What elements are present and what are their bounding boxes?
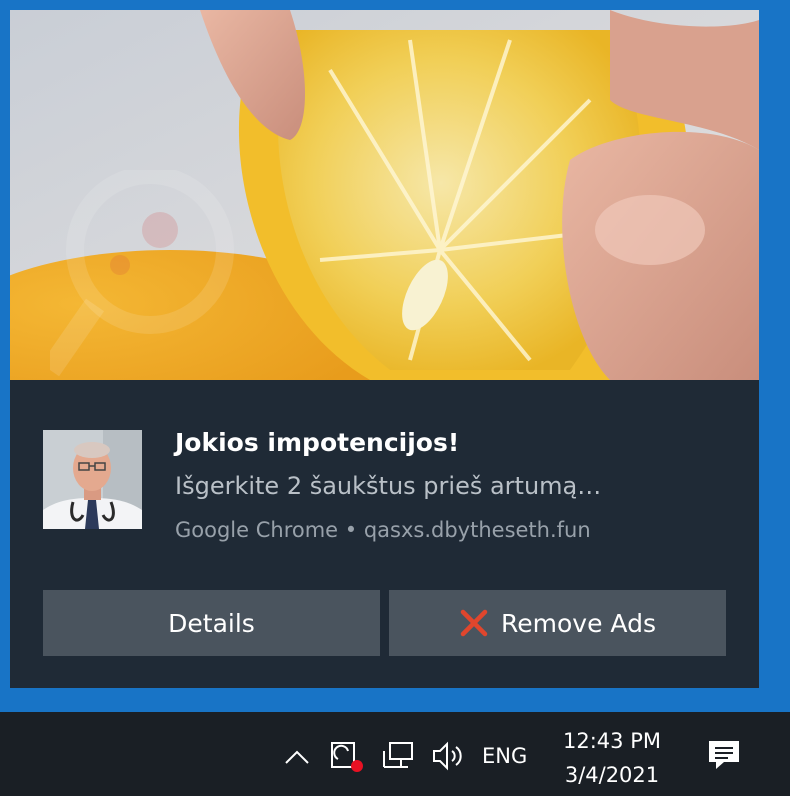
notification-attribution: Google Chrome • qasxs.dbytheseth.fun <box>175 518 591 542</box>
notification-title: Jokios impotencijos! <box>175 428 460 457</box>
hero-image <box>10 10 759 380</box>
clock[interactable]: 12:43 PM 3/4/2021 <box>556 724 668 792</box>
taskbar: ENG 12:43 PM 3/4/2021 <box>0 712 790 796</box>
red-x-icon <box>459 608 489 638</box>
notification-toast[interactable]: Jokios impotencijos! Išgerkite 2 šaukštu… <box>10 10 759 688</box>
remove-ads-button[interactable]: Remove Ads <box>389 590 726 656</box>
details-button[interactable]: Details <box>43 590 380 656</box>
notification-body: Išgerkite 2 šaukštus prieš artumą… <box>175 472 602 500</box>
details-button-label: Details <box>168 608 255 638</box>
chevron-up-icon[interactable] <box>282 742 312 772</box>
clock-time: 12:43 PM <box>563 729 661 753</box>
desktop-background: Jokios impotencijos! Išgerkite 2 šaukštu… <box>0 0 790 712</box>
remove-ads-label: Remove Ads <box>501 608 656 638</box>
sync-alert-icon[interactable] <box>326 738 366 774</box>
action-center-icon[interactable] <box>704 736 744 774</box>
doctor-avatar <box>43 430 142 529</box>
clock-date: 3/4/2021 <box>564 763 660 787</box>
language-indicator[interactable]: ENG <box>482 744 527 768</box>
network-icon[interactable] <box>378 738 418 774</box>
volume-icon[interactable] <box>428 738 468 774</box>
